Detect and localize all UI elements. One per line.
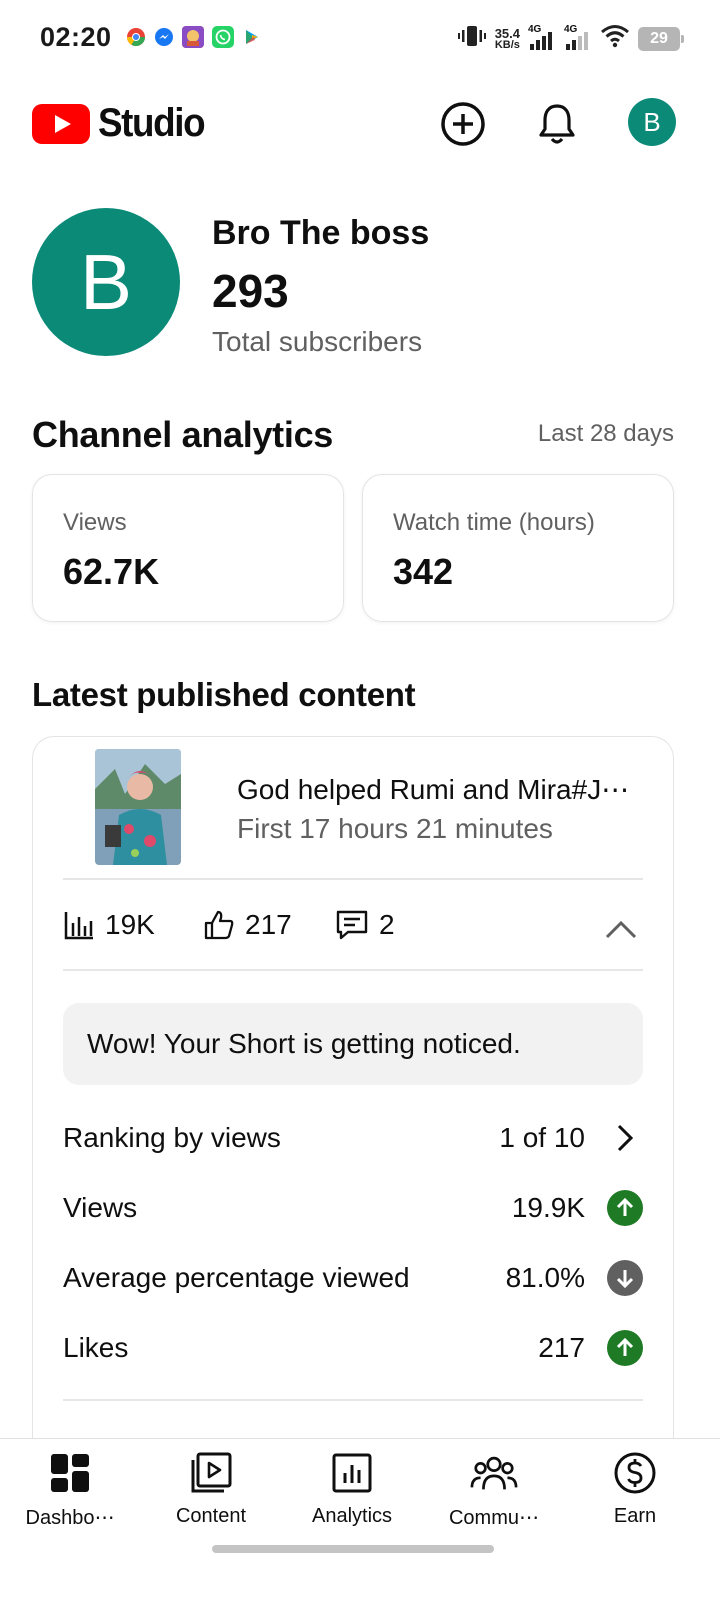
performance-notice: Wow! Your Short is getting noticed. bbox=[63, 1003, 643, 1085]
nav-dashboard[interactable]: Dashbo⋯ bbox=[10, 1449, 130, 1530]
subscriber-count: 293 bbox=[212, 265, 289, 317]
comment-icon bbox=[336, 910, 368, 940]
video-comments-metric: 2 bbox=[335, 909, 395, 941]
nav-analytics-label: Analytics bbox=[311, 1505, 393, 1527]
video-age: First 17 hours 21 minutes bbox=[237, 813, 553, 844]
status-time: 02:20 bbox=[40, 22, 112, 52]
thumbs-up-icon bbox=[204, 910, 234, 940]
nav-analytics[interactable]: Analytics bbox=[292, 1449, 412, 1528]
earn-icon bbox=[611, 1449, 659, 1497]
avg-percentage-value: 81.0% bbox=[505, 1262, 585, 1293]
ranking-label: Ranking by views bbox=[63, 1122, 281, 1153]
chrome-icon bbox=[126, 27, 146, 47]
home-indicator[interactable] bbox=[212, 1545, 494, 1553]
status-right: 35.4 KB/s 4G 4G 29 bbox=[457, 24, 684, 53]
nav-earn-label: Earn bbox=[613, 1505, 657, 1527]
ranking-row[interactable]: Ranking by views 1 of 10 bbox=[63, 1113, 643, 1163]
nav-dashboard-label: Dashbo⋯ bbox=[25, 1507, 115, 1529]
bottom-navigation: Dashbo⋯ Content Analytics Commu⋯ Earn bbox=[0, 1438, 720, 1600]
logo-text: Studio bbox=[98, 101, 206, 145]
notifications-button[interactable] bbox=[533, 100, 581, 148]
wifi-icon bbox=[600, 24, 630, 53]
create-button[interactable] bbox=[439, 100, 487, 148]
game-icon bbox=[182, 26, 204, 48]
analytics-period: Last 28 days bbox=[537, 420, 674, 447]
channel-analytics-title: Channel analytics bbox=[32, 414, 334, 455]
arrow-up-icon bbox=[607, 1330, 643, 1366]
play-store-icon bbox=[242, 27, 262, 47]
ranking-value: 1 of 10 bbox=[499, 1122, 585, 1153]
battery-icon: 29 bbox=[638, 26, 684, 51]
video-thumbnail[interactable] bbox=[95, 749, 181, 865]
app-header: Studio B bbox=[0, 88, 720, 160]
notifications-icon bbox=[539, 104, 575, 144]
bar-chart-icon bbox=[64, 912, 93, 940]
signal-icon: 4G bbox=[528, 24, 556, 52]
subscriber-label: Total subscribers bbox=[212, 326, 423, 357]
watch-time-value: 342 bbox=[393, 551, 454, 592]
channel-avatar[interactable]: B bbox=[32, 208, 180, 356]
signal-icon-2: 4G bbox=[564, 24, 592, 52]
chevron-up-icon bbox=[605, 920, 637, 939]
analytics-icon bbox=[328, 1449, 376, 1497]
notification-app-icons bbox=[126, 26, 262, 48]
nav-content-label: Content bbox=[175, 1505, 247, 1527]
views-label: Views bbox=[63, 509, 127, 536]
likes-row: Likes 217 bbox=[63, 1323, 643, 1373]
views-row-value: 19.9K bbox=[511, 1192, 585, 1223]
dashboard-icon bbox=[46, 1449, 94, 1497]
community-icon bbox=[470, 1449, 518, 1497]
youtube-studio-logo[interactable]: Studio bbox=[32, 101, 213, 146]
latest-content-title: Latest published content bbox=[32, 676, 416, 713]
collapse-button[interactable] bbox=[603, 911, 639, 947]
likes-row-label: Likes bbox=[63, 1332, 129, 1363]
avg-percentage-row: Average percentage viewed 81.0% bbox=[63, 1253, 643, 1303]
messenger-icon bbox=[154, 27, 174, 47]
arrow-down-icon bbox=[607, 1260, 643, 1296]
video-title[interactable]: God helped Rumi and Mira#J⋯ bbox=[237, 773, 647, 806]
views-row-label: Views bbox=[63, 1192, 138, 1223]
nav-community-label: Commu⋯ bbox=[448, 1507, 539, 1529]
youtube-play-icon bbox=[32, 103, 90, 144]
nav-earn[interactable]: Earn bbox=[575, 1449, 695, 1528]
avg-percentage-label: Average percentage viewed bbox=[63, 1262, 410, 1293]
vibrate-icon bbox=[457, 24, 487, 53]
views-row: Views 19.9K bbox=[63, 1183, 643, 1233]
whatsapp-icon bbox=[212, 26, 234, 48]
video-likes-value: 217 bbox=[245, 909, 292, 940]
channel-name: Bro The boss bbox=[212, 214, 430, 252]
network-speed: 35.4 KB/s bbox=[494, 25, 520, 51]
divider bbox=[63, 1399, 643, 1401]
create-icon bbox=[441, 102, 485, 146]
video-views-metric: 19K bbox=[63, 909, 155, 941]
views-card[interactable]: Views 62.7K bbox=[32, 474, 344, 622]
views-value: 62.7K bbox=[63, 551, 160, 592]
account-avatar[interactable]: B bbox=[628, 98, 676, 146]
video-likes-metric: 217 bbox=[203, 909, 292, 941]
divider bbox=[63, 878, 643, 880]
content-icon bbox=[187, 1449, 235, 1497]
divider bbox=[63, 969, 643, 971]
watch-time-label: Watch time (hours) bbox=[393, 509, 595, 536]
chevron-right-icon bbox=[607, 1120, 643, 1156]
watch-time-card[interactable]: Watch time (hours) 342 bbox=[362, 474, 674, 622]
nav-community[interactable]: Commu⋯ bbox=[434, 1449, 554, 1530]
latest-content-card: God helped Rumi and Mira#J⋯ First 17 hou… bbox=[32, 736, 674, 1476]
video-comments-value: 2 bbox=[379, 909, 395, 940]
likes-row-value: 217 bbox=[538, 1332, 585, 1363]
arrow-up-icon bbox=[607, 1190, 643, 1226]
nav-content[interactable]: Content bbox=[151, 1449, 271, 1528]
status-bar: 02:20 35.4 KB/s 4G 4G 29 bbox=[0, 0, 720, 76]
video-views-value: 19K bbox=[105, 909, 155, 940]
